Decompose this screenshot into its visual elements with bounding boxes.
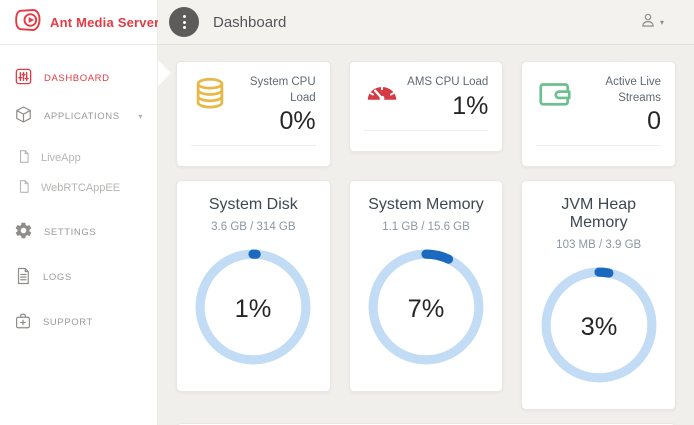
gauge-title: JVM Heap Memory bbox=[530, 196, 667, 232]
logo-text: Ant Media Server bbox=[50, 15, 159, 30]
stat-value: 0 bbox=[574, 107, 661, 136]
chevron-down-icon: ▾ bbox=[138, 112, 143, 121]
stat-value: 1% bbox=[400, 92, 489, 121]
file-icon bbox=[17, 149, 31, 167]
sidebar-item-label: LOGS bbox=[43, 272, 72, 283]
sidebar-item-webrtcappee[interactable]: WebRTCAppEE bbox=[0, 173, 157, 203]
chevron-down-icon: ▾ bbox=[660, 18, 664, 27]
gauge-cards-row: System Disk 3.6 GB / 314 GB 1% System Me… bbox=[176, 180, 676, 410]
stat-label: Active Live Streams bbox=[574, 75, 661, 106]
settings-icon bbox=[14, 221, 33, 243]
jvm-heap-memory-card: JVM Heap Memory 103 MB / 3.9 GB 3% bbox=[521, 180, 676, 410]
stat-cards-row: System CPU Load 0% bbox=[176, 61, 676, 167]
jvm-heap-gauge: 3% bbox=[530, 264, 667, 391]
database-icon bbox=[191, 75, 229, 118]
stat-label: System CPU Load bbox=[229, 75, 316, 106]
sidebar-item-dashboard[interactable]: DASHBOARD bbox=[0, 59, 157, 97]
user-menu[interactable]: ▾ bbox=[639, 11, 664, 34]
sidebar-item-label: SETTINGS bbox=[44, 227, 96, 238]
dashboard-icon bbox=[14, 67, 33, 89]
gauge-percent-label: 3% bbox=[580, 313, 617, 341]
sidebar-item-label: WebRTCAppEE bbox=[41, 182, 120, 194]
gauge-percent-label: 1% bbox=[235, 295, 272, 323]
stat-value: 0% bbox=[229, 107, 316, 136]
gauge-subtitle: 3.6 GB / 314 GB bbox=[185, 221, 322, 233]
sidebar-item-label: APPLICATIONS bbox=[44, 111, 120, 122]
gauge-subtitle: 103 MB / 3.9 GB bbox=[530, 239, 667, 251]
system-memory-gauge: 7% bbox=[358, 246, 495, 373]
content-area: Dashboard ▾ bbox=[158, 0, 694, 425]
sidebar-item-label: DASHBOARD bbox=[44, 73, 110, 84]
stat-label: AMS CPU Load bbox=[400, 75, 489, 91]
top-bar: Dashboard ▾ bbox=[158, 0, 694, 45]
ant-media-server-app: Ant Media Server DASHBOARD bbox=[0, 0, 694, 425]
gauge-percent-label: 7% bbox=[408, 295, 445, 323]
logs-icon bbox=[14, 267, 32, 288]
ams-cpu-load-card: AMS CPU Load 1% bbox=[349, 61, 504, 152]
system-disk-card: System Disk 3.6 GB / 314 GB 1% bbox=[176, 180, 331, 392]
kebab-menu-icon[interactable] bbox=[169, 7, 199, 37]
gauge-title: System Memory bbox=[358, 196, 495, 214]
sidebar-item-label: LiveApp bbox=[41, 152, 81, 164]
system-memory-card: System Memory 1.1 GB / 15.6 GB 7% bbox=[349, 180, 504, 392]
active-item-pointer bbox=[158, 60, 171, 86]
dashboard-main: System CPU Load 0% bbox=[158, 45, 694, 425]
applications-sub-list: LiveApp WebRTCAppEE bbox=[0, 135, 157, 213]
system-disk-gauge: 1% bbox=[185, 246, 322, 373]
active-live-streams-card: Active Live Streams 0 bbox=[521, 61, 676, 167]
sidebar-item-logs[interactable]: LOGS bbox=[0, 259, 157, 296]
sidebar-nav: DASHBOARD APPLICATIONS ▾ bbox=[0, 45, 157, 341]
applications-icon bbox=[14, 105, 33, 127]
sidebar: Ant Media Server DASHBOARD bbox=[0, 0, 158, 425]
speedometer-icon bbox=[364, 75, 400, 116]
sidebar-item-applications[interactable]: APPLICATIONS ▾ bbox=[0, 97, 157, 135]
sidebar-item-label: SUPPORT bbox=[43, 317, 93, 328]
sidebar-item-support[interactable]: SUPPORT bbox=[0, 304, 157, 341]
sidebar-item-settings[interactable]: SETTINGS bbox=[0, 213, 157, 251]
file-icon bbox=[17, 179, 31, 197]
gauge-subtitle: 1.1 GB / 15.6 GB bbox=[358, 221, 495, 233]
ant-media-logo-icon bbox=[12, 7, 42, 38]
user-icon bbox=[639, 11, 657, 34]
support-icon bbox=[14, 312, 32, 333]
sidebar-item-liveapp[interactable]: LiveApp bbox=[0, 143, 157, 173]
page-title: Dashboard bbox=[213, 14, 286, 31]
gauge-title: System Disk bbox=[185, 196, 322, 214]
wallet-icon bbox=[536, 75, 574, 118]
system-cpu-load-card: System CPU Load 0% bbox=[176, 61, 331, 167]
logo[interactable]: Ant Media Server bbox=[0, 0, 157, 45]
